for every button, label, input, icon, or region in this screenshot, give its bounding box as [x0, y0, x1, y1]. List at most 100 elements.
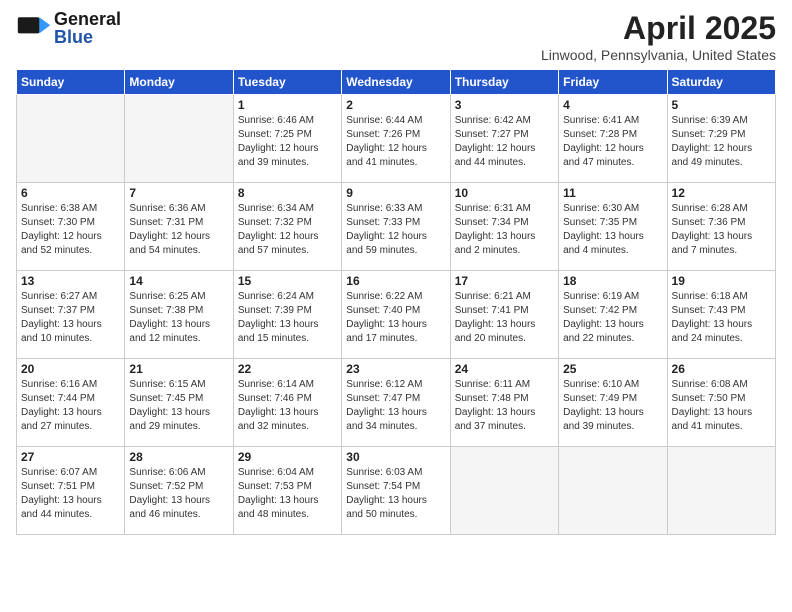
day-detail: Sunrise: 6:08 AM Sunset: 7:50 PM Dayligh…: [672, 378, 771, 434]
calendar-day-header: Friday: [559, 70, 667, 95]
day-detail: Sunrise: 6:30 AM Sunset: 7:35 PM Dayligh…: [563, 202, 662, 258]
calendar-header-row: SundayMondayTuesdayWednesdayThursdayFrid…: [17, 70, 776, 95]
day-number: 1: [238, 98, 337, 112]
day-detail: Sunrise: 6:25 AM Sunset: 7:38 PM Dayligh…: [129, 290, 228, 346]
day-number: 20: [21, 362, 120, 376]
day-number: 28: [129, 450, 228, 464]
calendar-cell: 9 Sunrise: 6:33 AM Sunset: 7:33 PM Daylig…: [342, 183, 450, 271]
day-number: 2: [346, 98, 445, 112]
header: General Blue April 2025 Linwood, Pennsyl…: [16, 10, 776, 63]
calendar-cell: 21 Sunrise: 6:15 AM Sunset: 7:45 PM Dayli…: [125, 359, 233, 447]
calendar-cell: 11 Sunrise: 6:30 AM Sunset: 7:35 PM Dayli…: [559, 183, 667, 271]
day-number: 8: [238, 186, 337, 200]
day-detail: Sunrise: 6:07 AM Sunset: 7:51 PM Dayligh…: [21, 466, 120, 522]
calendar-week-row: 1Sunrise: 6:46 AM Sunset: 7:25 PM Daylig…: [17, 95, 776, 183]
day-detail: Sunrise: 6:38 AM Sunset: 7:30 PM Dayligh…: [21, 202, 120, 258]
calendar-cell: [667, 447, 775, 535]
calendar-cell: 15 Sunrise: 6:24 AM Sunset: 7:39 PM Dayli…: [233, 271, 341, 359]
day-detail: Sunrise: 6:42 AM Sunset: 7:27 PM Dayligh…: [455, 114, 554, 170]
location: Linwood, Pennsylvania, United States: [541, 47, 776, 63]
day-number: 9: [346, 186, 445, 200]
calendar-cell: 23Sunrise: 6:12 AM Sunset: 7:47 PM Dayli…: [342, 359, 450, 447]
day-detail: Sunrise: 6:39 AM Sunset: 7:29 PM Dayligh…: [672, 114, 771, 170]
day-detail: Sunrise: 6:04 AM Sunset: 7:53 PM Dayligh…: [238, 466, 337, 522]
day-detail: Sunrise: 6:18 AM Sunset: 7:43 PM Dayligh…: [672, 290, 771, 346]
calendar-cell: 1Sunrise: 6:46 AM Sunset: 7:25 PM Daylig…: [233, 95, 341, 183]
logo-icon: [16, 10, 52, 46]
day-detail: Sunrise: 6:19 AM Sunset: 7:42 PM Dayligh…: [563, 290, 662, 346]
calendar-day-header: Wednesday: [342, 70, 450, 95]
title-area: April 2025 Linwood, Pennsylvania, United…: [541, 10, 776, 63]
day-number: 5: [672, 98, 771, 112]
day-detail: Sunrise: 6:06 AM Sunset: 7:52 PM Dayligh…: [129, 466, 228, 522]
calendar-day-header: Saturday: [667, 70, 775, 95]
day-number: 16: [346, 274, 445, 288]
calendar-cell: 20 Sunrise: 6:16 AM Sunset: 7:44 PM Dayli…: [17, 359, 125, 447]
calendar-cell: [450, 447, 558, 535]
day-detail: Sunrise: 6:15 AM Sunset: 7:45 PM Dayligh…: [129, 378, 228, 434]
day-number: 26: [672, 362, 771, 376]
calendar-cell: [17, 95, 125, 183]
day-number: 12: [672, 186, 771, 200]
day-detail: Sunrise: 6:21 AM Sunset: 7:41 PM Dayligh…: [455, 290, 554, 346]
calendar-cell: 8 Sunrise: 6:34 AM Sunset: 7:32 PM Daylig…: [233, 183, 341, 271]
day-number: 22: [238, 362, 337, 376]
calendar-day-header: Tuesday: [233, 70, 341, 95]
calendar-week-row: 27 Sunrise: 6:07 AM Sunset: 7:51 PM Dayli…: [17, 447, 776, 535]
calendar-cell: 10Sunrise: 6:31 AM Sunset: 7:34 PM Dayli…: [450, 183, 558, 271]
day-number: 30: [346, 450, 445, 464]
day-detail: Sunrise: 6:34 AM Sunset: 7:32 PM Dayligh…: [238, 202, 337, 258]
day-detail: Sunrise: 6:33 AM Sunset: 7:33 PM Dayligh…: [346, 202, 445, 258]
day-number: 19: [672, 274, 771, 288]
day-detail: Sunrise: 6:16 AM Sunset: 7:44 PM Dayligh…: [21, 378, 120, 434]
calendar-cell: 26 Sunrise: 6:08 AM Sunset: 7:50 PM Dayli…: [667, 359, 775, 447]
day-detail: Sunrise: 6:10 AM Sunset: 7:49 PM Dayligh…: [563, 378, 662, 434]
day-number: 17: [455, 274, 554, 288]
calendar-day-header: Thursday: [450, 70, 558, 95]
day-number: 25: [563, 362, 662, 376]
day-number: 3: [455, 98, 554, 112]
month-title: April 2025: [541, 10, 776, 47]
calendar-week-row: 20 Sunrise: 6:16 AM Sunset: 7:44 PM Dayli…: [17, 359, 776, 447]
day-number: 21: [129, 362, 228, 376]
day-number: 27: [21, 450, 120, 464]
day-detail: Sunrise: 6:28 AM Sunset: 7:36 PM Dayligh…: [672, 202, 771, 258]
day-detail: Sunrise: 6:44 AM Sunset: 7:26 PM Dayligh…: [346, 114, 445, 170]
calendar-cell: 12 Sunrise: 6:28 AM Sunset: 7:36 PM Dayli…: [667, 183, 775, 271]
day-number: 29: [238, 450, 337, 464]
calendar-cell: 22Sunrise: 6:14 AM Sunset: 7:46 PM Dayli…: [233, 359, 341, 447]
day-detail: Sunrise: 6:03 AM Sunset: 7:54 PM Dayligh…: [346, 466, 445, 522]
logo: General Blue: [16, 10, 121, 46]
calendar-cell: 25 Sunrise: 6:10 AM Sunset: 7:49 PM Dayli…: [559, 359, 667, 447]
day-detail: Sunrise: 6:36 AM Sunset: 7:31 PM Dayligh…: [129, 202, 228, 258]
calendar-day-header: Monday: [125, 70, 233, 95]
calendar-cell: 19 Sunrise: 6:18 AM Sunset: 7:43 PM Dayli…: [667, 271, 775, 359]
calendar-cell: 7 Sunrise: 6:36 AM Sunset: 7:31 PM Daylig…: [125, 183, 233, 271]
calendar-day-header: Sunday: [17, 70, 125, 95]
calendar-cell: 24Sunrise: 6:11 AM Sunset: 7:48 PM Dayli…: [450, 359, 558, 447]
calendar-cell: 18Sunrise: 6:19 AM Sunset: 7:42 PM Dayli…: [559, 271, 667, 359]
day-number: 7: [129, 186, 228, 200]
day-number: 15: [238, 274, 337, 288]
calendar-cell: 30 Sunrise: 6:03 AM Sunset: 7:54 PM Dayli…: [342, 447, 450, 535]
calendar: SundayMondayTuesdayWednesdayThursdayFrid…: [16, 69, 776, 535]
logo-general: General: [54, 10, 121, 28]
day-detail: Sunrise: 6:11 AM Sunset: 7:48 PM Dayligh…: [455, 378, 554, 434]
calendar-cell: [125, 95, 233, 183]
calendar-cell: 13Sunrise: 6:27 AM Sunset: 7:37 PM Dayli…: [17, 271, 125, 359]
day-number: 14: [129, 274, 228, 288]
calendar-cell: 27 Sunrise: 6:07 AM Sunset: 7:51 PM Dayli…: [17, 447, 125, 535]
calendar-week-row: 13Sunrise: 6:27 AM Sunset: 7:37 PM Dayli…: [17, 271, 776, 359]
logo-text: General Blue: [54, 10, 121, 46]
calendar-cell: 5 Sunrise: 6:39 AM Sunset: 7:29 PM Daylig…: [667, 95, 775, 183]
calendar-cell: 2 Sunrise: 6:44 AM Sunset: 7:26 PM Daylig…: [342, 95, 450, 183]
calendar-week-row: 6Sunrise: 6:38 AM Sunset: 7:30 PM Daylig…: [17, 183, 776, 271]
calendar-cell: 17 Sunrise: 6:21 AM Sunset: 7:41 PM Dayli…: [450, 271, 558, 359]
day-detail: Sunrise: 6:41 AM Sunset: 7:28 PM Dayligh…: [563, 114, 662, 170]
calendar-cell: 6Sunrise: 6:38 AM Sunset: 7:30 PM Daylig…: [17, 183, 125, 271]
day-number: 11: [563, 186, 662, 200]
calendar-cell: 16Sunrise: 6:22 AM Sunset: 7:40 PM Dayli…: [342, 271, 450, 359]
day-detail: Sunrise: 6:24 AM Sunset: 7:39 PM Dayligh…: [238, 290, 337, 346]
logo-blue: Blue: [54, 28, 121, 46]
page: General Blue April 2025 Linwood, Pennsyl…: [0, 0, 792, 545]
